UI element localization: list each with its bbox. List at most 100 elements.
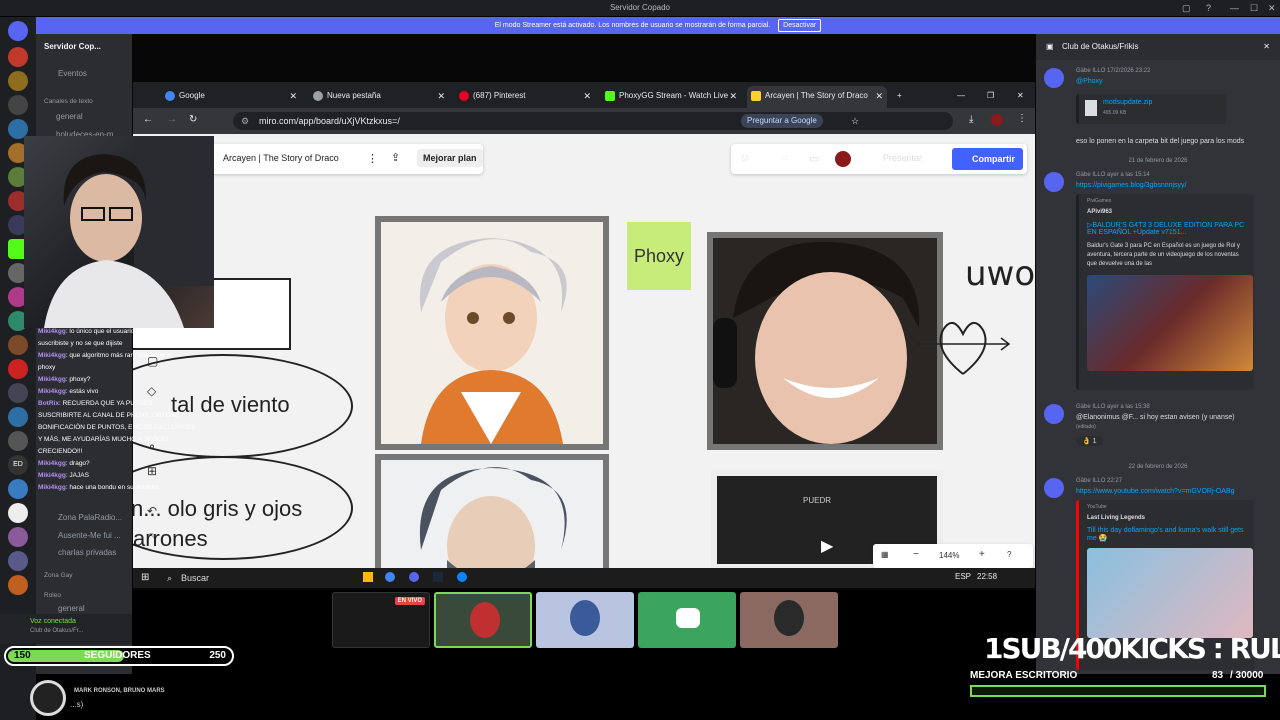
embed-author[interactable]: APivi963 xyxy=(1087,209,1246,215)
url-bar[interactable]: ⚙ miro.com/app/board/uXjVKtzkxus=/ Pregu… xyxy=(233,112,953,130)
maximize-button[interactable]: ☐ xyxy=(1250,0,1258,16)
map-icon[interactable]: ▦ xyxy=(881,550,889,559)
reactions-icon[interactable]: ☺ xyxy=(739,152,750,164)
deactivate-streamer-button[interactable]: Desactivar xyxy=(778,19,822,32)
export-icon[interactable]: ⇪ xyxy=(391,151,400,164)
file-name[interactable]: modsupdate.zip xyxy=(1103,99,1152,106)
chrome-icon[interactable] xyxy=(385,572,395,582)
participant-tile[interactable] xyxy=(740,592,838,648)
reaction[interactable]: 👌 1 xyxy=(1076,436,1103,446)
server-icon[interactable] xyxy=(8,479,28,499)
chat-username[interactable]: Miki4kgg xyxy=(38,388,66,395)
share-button[interactable]: Compartir xyxy=(951,148,1023,170)
embed-title[interactable]: ▷BALDUR'S G4T3 3 DELUXE EDITION PARA PC … xyxy=(1087,221,1246,236)
discord-taskbar-icon[interactable] xyxy=(409,572,419,582)
participant-tile[interactable] xyxy=(434,592,532,648)
help-icon[interactable]: ▢ xyxy=(1182,0,1191,16)
close-panel-icon[interactable]: ✕ xyxy=(1263,34,1270,60)
server-icon[interactable] xyxy=(8,95,28,115)
start-icon[interactable]: ⊞ xyxy=(141,572,149,583)
chat-username[interactable]: BotRix xyxy=(38,400,59,407)
maximize-browser-button[interactable]: ❐ xyxy=(983,86,1003,108)
server-icon[interactable] xyxy=(8,71,28,91)
minimize-button[interactable]: — xyxy=(1230,0,1239,16)
avatar[interactable] xyxy=(1044,478,1064,498)
close-tab-icon[interactable]: ✕ xyxy=(437,86,445,106)
close-tab-icon[interactable]: ✕ xyxy=(583,86,591,106)
server-icon[interactable] xyxy=(8,407,28,427)
zoom-level[interactable]: 144% xyxy=(939,551,959,560)
tab-google[interactable]: Google ✕ xyxy=(161,86,301,108)
mention[interactable]: @Phoxy xyxy=(1076,78,1103,85)
taskbar-clock[interactable]: 22:58 xyxy=(977,572,997,581)
server-icon-ed[interactable]: ED xyxy=(8,455,28,475)
embed-author[interactable]: Last Living Legends xyxy=(1087,515,1246,521)
tab-pinterest[interactable]: (687) Pinterest ✕ xyxy=(455,86,595,108)
canvas-text-eyes[interactable]: arrones xyxy=(133,526,208,552)
new-tab-button[interactable]: + xyxy=(893,86,913,108)
server-icon[interactable] xyxy=(8,359,28,379)
close-tab-icon[interactable]: ✕ xyxy=(289,86,297,106)
server-name[interactable]: Servidor Cop... xyxy=(44,42,101,51)
upgrade-button[interactable]: Mejorar plan xyxy=(417,149,483,167)
voice-channel-charlas[interactable]: charlas privadas xyxy=(58,548,116,557)
zoom-out-icon[interactable]: − xyxy=(913,549,919,560)
character-art-frame-2[interactable] xyxy=(375,454,609,572)
screen-share-thumbnail[interactable]: EN VIVO xyxy=(332,592,430,648)
ask-google-button[interactable]: Preguntar a Google xyxy=(741,114,823,128)
reload-icon[interactable]: ↻ xyxy=(189,114,197,125)
character-art-frame[interactable] xyxy=(375,216,609,450)
taskbar-search[interactable]: ⌕ Buscar xyxy=(163,570,333,586)
avatar[interactable] xyxy=(1044,68,1064,88)
minimize-browser-button[interactable]: — xyxy=(953,86,973,108)
tab-new[interactable]: Nueva pestaña ✕ xyxy=(309,86,449,108)
server-icon[interactable] xyxy=(8,335,28,355)
discord-home-icon[interactable] xyxy=(8,21,28,41)
close-tab-icon[interactable]: ✕ xyxy=(875,86,883,106)
download-icon[interactable]: ⤓ xyxy=(969,114,973,125)
webcam-photo-frame[interactable] xyxy=(707,232,943,450)
author-name[interactable]: Gäbe xyxy=(1076,172,1091,178)
file-attachment[interactable]: modsupdate.zip 495.09 KB xyxy=(1076,94,1226,124)
author-name[interactable]: Gäbe xyxy=(1076,478,1091,484)
events-item[interactable]: Eventos xyxy=(58,69,87,78)
chat-username[interactable]: Miki4kgg xyxy=(38,460,66,467)
channel-general[interactable]: general xyxy=(56,112,83,121)
chat-username[interactable]: Miki4kgg xyxy=(38,352,66,359)
chat-username[interactable]: Miki4kgg xyxy=(38,328,66,335)
taskbar-language[interactable]: ESP xyxy=(955,572,971,581)
heart-drawing[interactable] xyxy=(913,310,1013,380)
bookmark-star-icon[interactable]: ☆ xyxy=(851,112,859,130)
message-link[interactable]: https://www.youtube.com/watch?v=mGVORj-O… xyxy=(1076,488,1235,495)
forward-icon[interactable]: → xyxy=(167,114,177,125)
sticky-note-phoxy[interactable]: Phoxy xyxy=(627,222,691,290)
server-icon[interactable] xyxy=(8,47,28,67)
server-icon[interactable] xyxy=(8,383,28,403)
author-name[interactable]: Gäbe xyxy=(1076,404,1091,410)
embed-image[interactable] xyxy=(1087,275,1253,371)
participant-tile[interactable] xyxy=(536,592,634,648)
avatar[interactable] xyxy=(1044,172,1064,192)
channel-general-role[interactable]: general xyxy=(58,604,85,613)
profile-avatar[interactable] xyxy=(991,114,1003,126)
miro-board[interactable]: Arcayen | The Story of Draco ⋮ ⇪ Mejorar… xyxy=(133,134,1035,572)
zoom-in-icon[interactable]: + xyxy=(979,549,985,560)
server-icon[interactable] xyxy=(8,527,28,547)
text-channels-category[interactable]: Canales de texto xyxy=(44,98,93,105)
board-title[interactable]: Arcayen | The Story of Draco xyxy=(223,153,339,163)
chat-username[interactable]: Miki4kgg xyxy=(38,484,66,491)
handwritten-uwu[interactable]: uwo xyxy=(965,254,1035,294)
server-icon[interactable] xyxy=(8,551,28,571)
tab-kick[interactable]: PhoxyGG Stream - Watch Live ✕ xyxy=(601,86,741,108)
zone-category[interactable]: Zona Gay xyxy=(44,572,73,579)
avatar[interactable] xyxy=(1044,404,1064,424)
steam-icon[interactable] xyxy=(433,572,443,582)
embed-title[interactable]: Till this day doflamingo's and kuma's wa… xyxy=(1087,527,1246,542)
tab-miro-active[interactable]: Arcayen | The Story of Draco ✕ xyxy=(747,86,887,108)
explorer-icon[interactable] xyxy=(363,572,373,582)
menu-icon[interactable]: ⋮ xyxy=(1017,113,1027,124)
close-tab-icon[interactable]: ✕ xyxy=(729,86,737,106)
back-icon[interactable]: ← xyxy=(143,114,153,125)
voice-channel-name[interactable]: Club de Otakus/Fr... xyxy=(30,628,83,634)
user-avatar[interactable] xyxy=(835,151,851,167)
